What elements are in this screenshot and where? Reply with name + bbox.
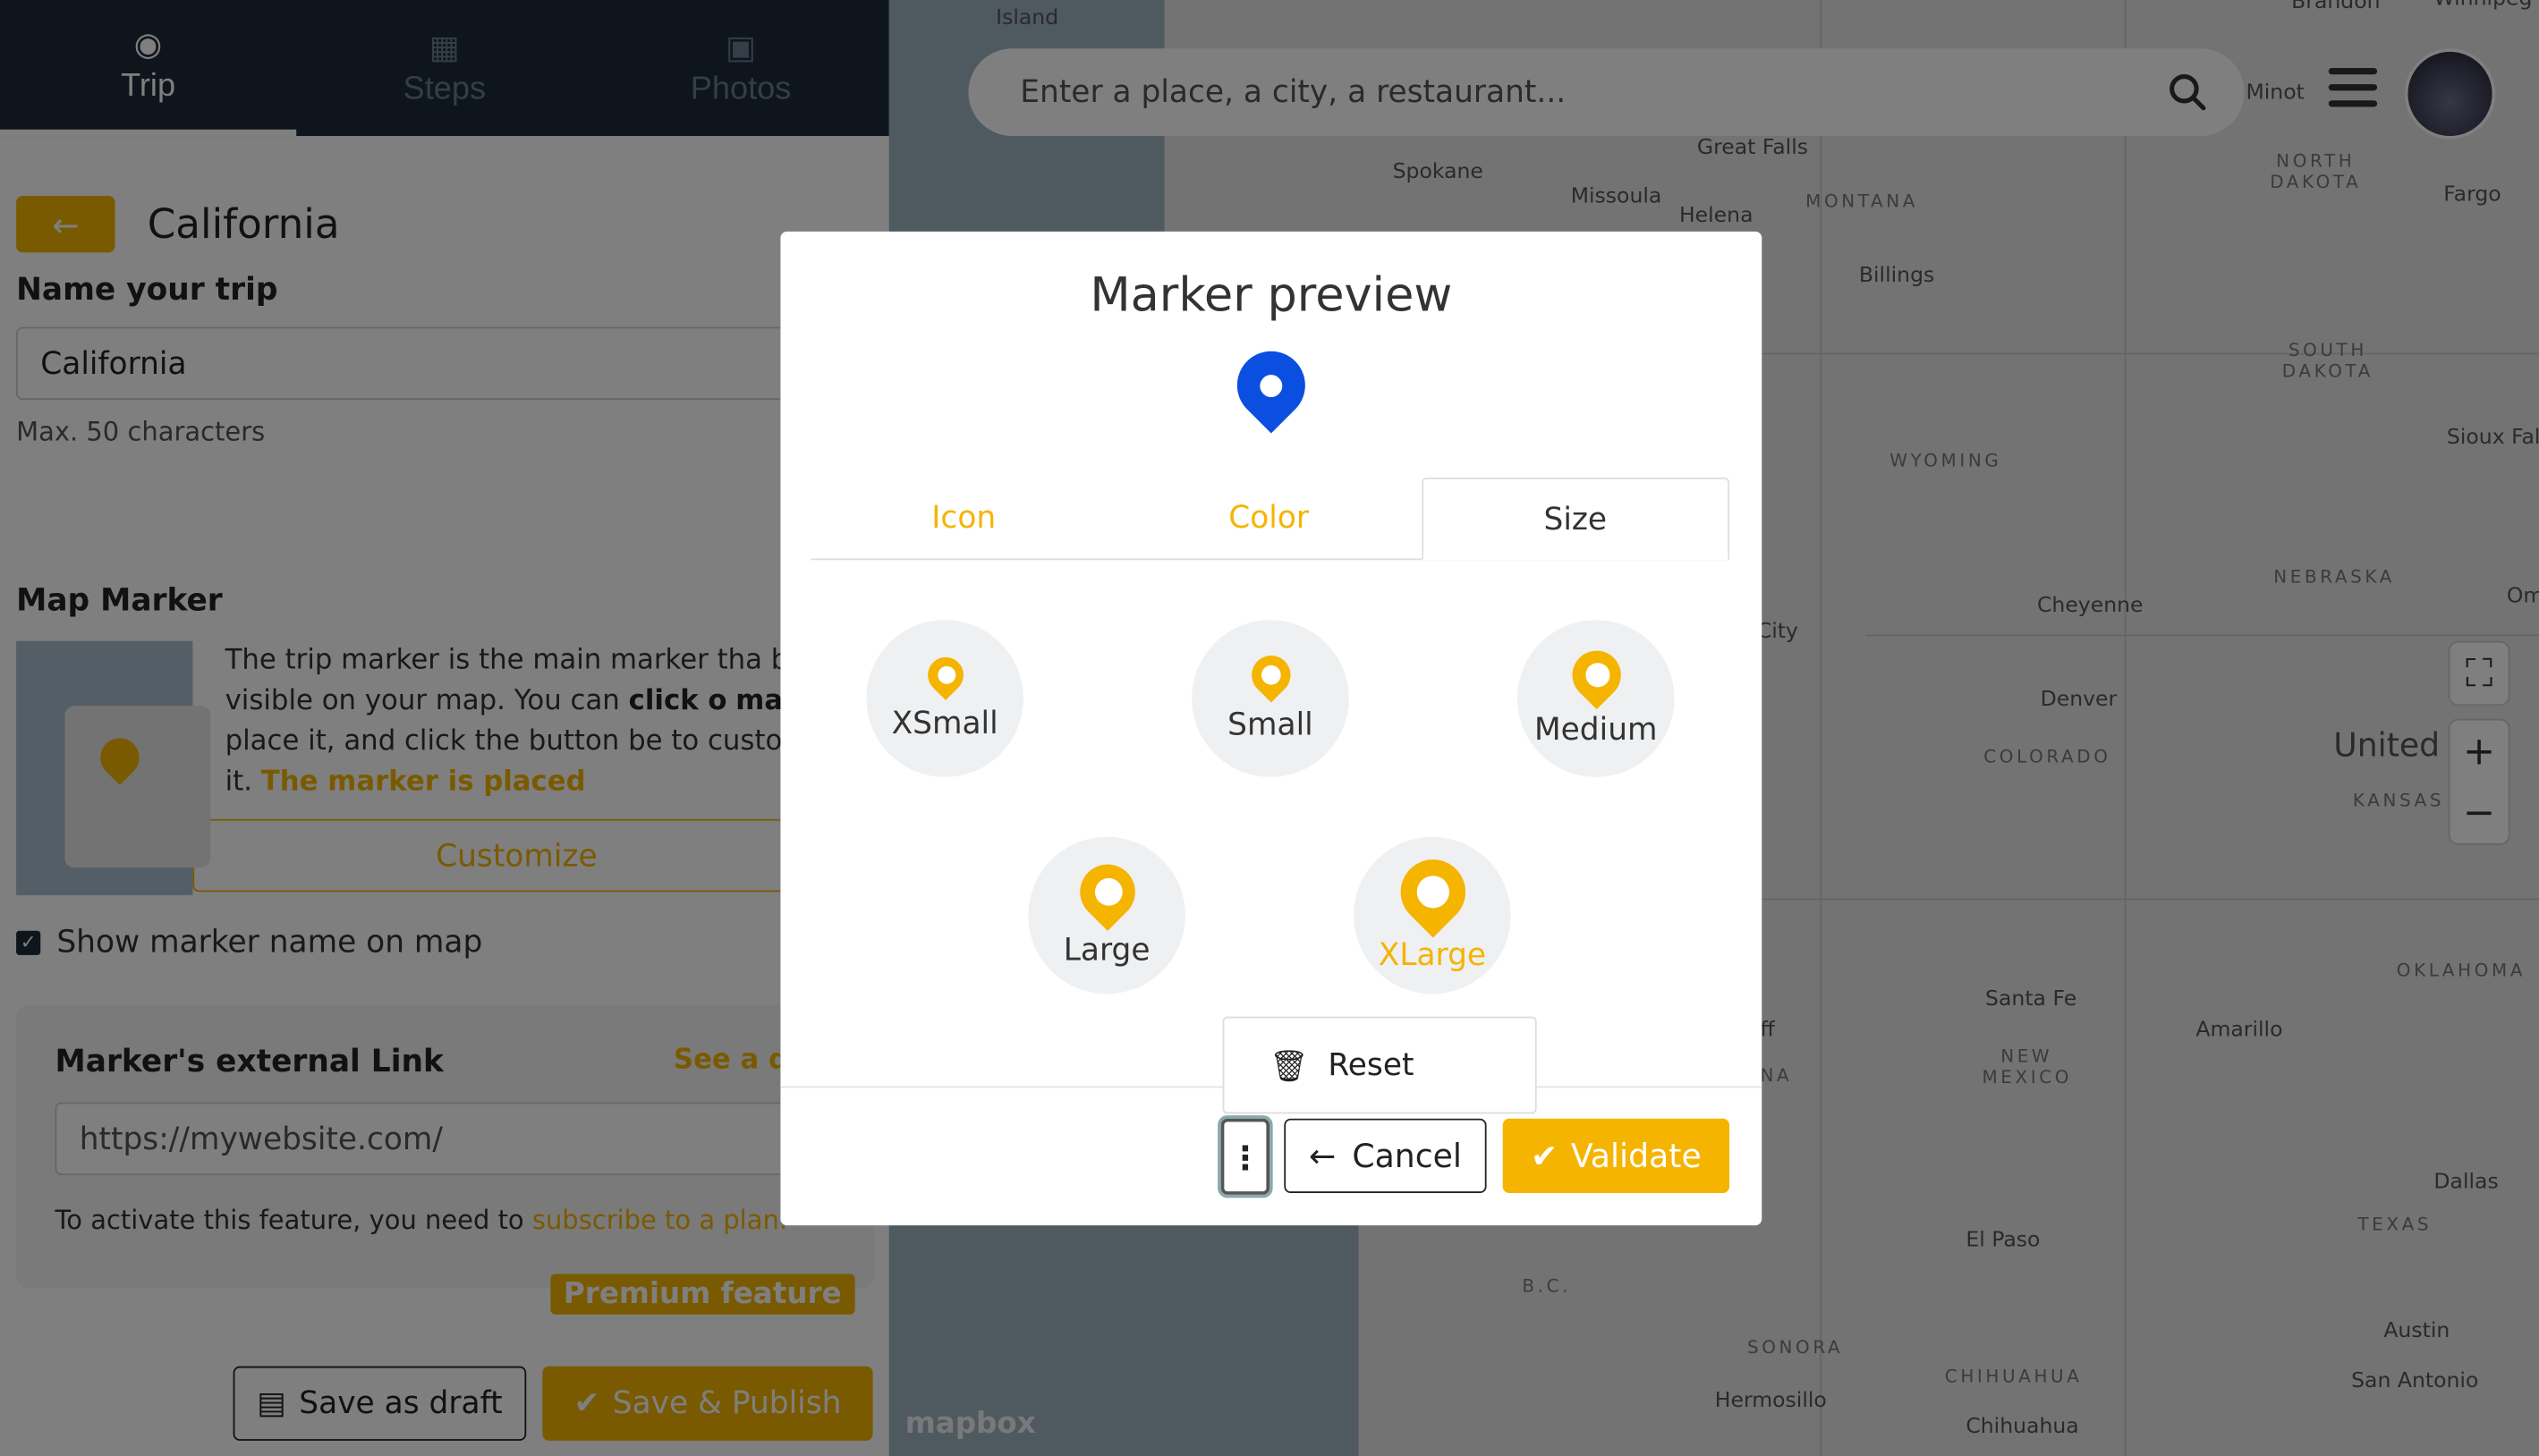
tab-icon[interactable]: Icon — [811, 478, 1117, 558]
arrow-left-icon: ← — [1308, 1136, 1337, 1176]
trash-icon: 🗑 — [1270, 1047, 1309, 1084]
size-option-small[interactable]: Small — [1192, 620, 1349, 777]
check-icon: ✔ — [1531, 1136, 1558, 1176]
globe-pin-icon — [1243, 647, 1298, 702]
dialog-title: Marker preview — [1090, 267, 1453, 323]
cancel-button[interactable]: ← Cancel — [1284, 1118, 1487, 1193]
size-option-medium[interactable]: Medium — [1516, 620, 1675, 777]
globe-pin-icon — [1067, 851, 1146, 930]
size-option-large[interactable]: Large — [1028, 836, 1185, 995]
marker-preview-dialog: Marker preview ● Icon Color Size XSmall … — [780, 231, 1762, 1226]
kebab-icon: ⋮ — [1228, 1137, 1261, 1176]
marker-tabs: Icon Color Size — [811, 477, 1730, 561]
tab-size[interactable]: Size — [1421, 477, 1730, 561]
size-option-xsmall[interactable]: XSmall — [866, 620, 1023, 777]
size-option-xlarge[interactable]: XLarge — [1354, 836, 1511, 995]
reset-menu-item[interactable]: 🗑 Reset — [1222, 1016, 1537, 1114]
validate-button[interactable]: ✔ Validate — [1502, 1118, 1730, 1193]
globe-pin-icon — [1561, 639, 1631, 709]
tab-color[interactable]: Color — [1117, 478, 1422, 558]
more-options-button[interactable]: ⋮ — [1220, 1118, 1270, 1195]
marker-preview-pin: ● — [1223, 337, 1320, 434]
group-icon: ● — [1258, 367, 1285, 402]
globe-pin-icon — [919, 648, 971, 700]
globe-pin-icon — [1386, 845, 1479, 937]
